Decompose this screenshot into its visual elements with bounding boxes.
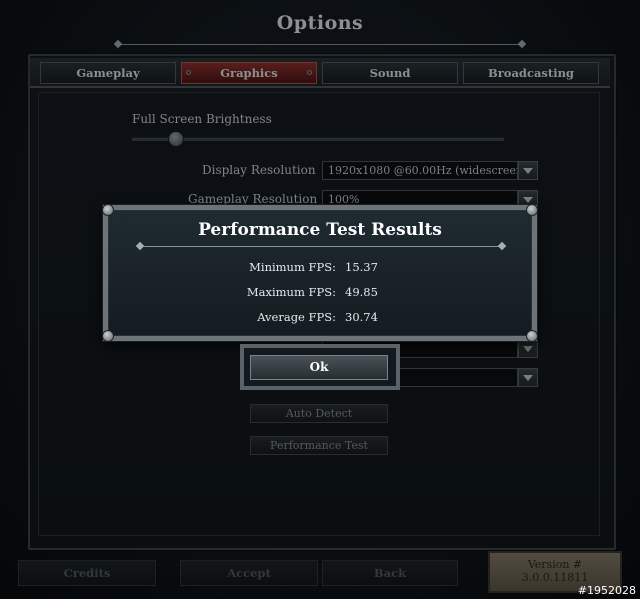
rivet-icon	[526, 204, 538, 216]
performance-results-dialog: Performance Test Results Minimum FPS: 15…	[102, 204, 538, 342]
max-fps-value: 49.85	[345, 285, 378, 299]
min-fps-value: 15.37	[345, 260, 378, 274]
avg-fps-value: 30.74	[345, 310, 378, 324]
min-fps-label: Minimum FPS:	[249, 260, 336, 274]
avg-fps-label: Average FPS:	[257, 310, 336, 324]
dialog-divider	[140, 246, 502, 247]
rivet-icon	[526, 330, 538, 342]
watermark: #1952028	[577, 584, 636, 597]
max-fps-label: Maximum FPS:	[246, 285, 336, 299]
ok-button[interactable]: Ok	[250, 355, 388, 380]
rivet-icon	[102, 204, 114, 216]
dialog-title: Performance Test Results	[198, 220, 442, 240]
rivet-icon	[102, 330, 114, 342]
